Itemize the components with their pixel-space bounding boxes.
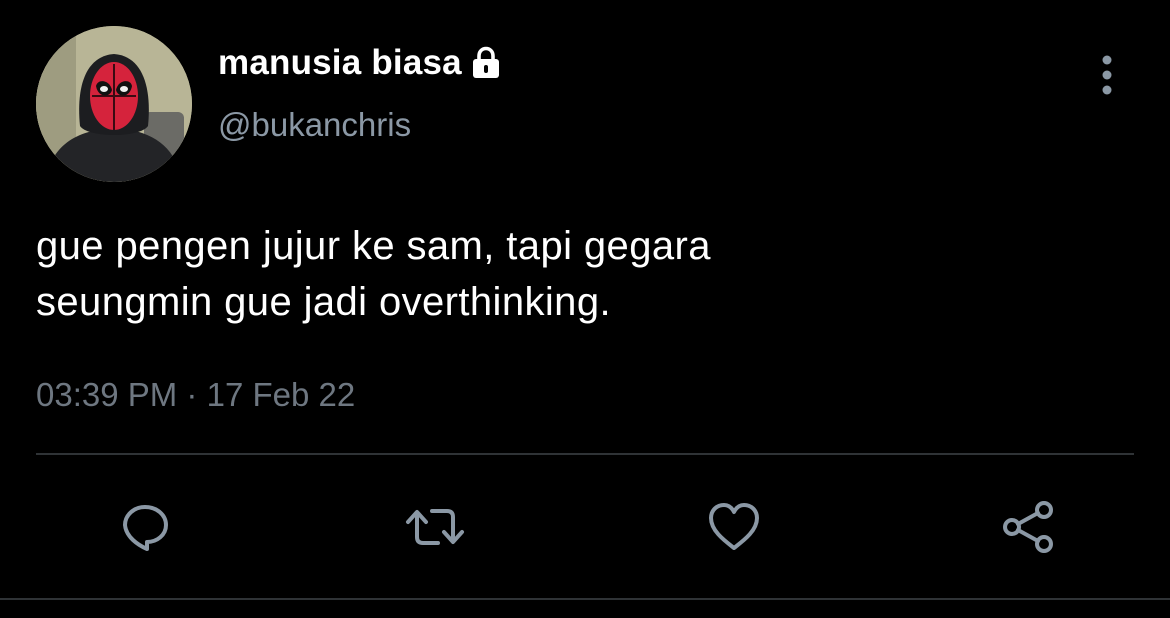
meta-separator: · (186, 376, 198, 413)
more-vertical-icon (1102, 55, 1112, 95)
like-button[interactable] (703, 496, 765, 558)
retweet-button[interactable] (404, 496, 466, 558)
bottom-divider (0, 598, 1170, 600)
reply-button[interactable] (114, 496, 176, 558)
display-name[interactable]: manusia biasa (218, 43, 462, 83)
tweet-text: gue pengen jujur ke sam, tapi gegara seu… (36, 224, 711, 324)
user-handle[interactable]: @bukanchris (218, 106, 411, 144)
more-options-button[interactable] (1086, 50, 1128, 100)
tweet-time: 03:39 PM (36, 376, 178, 413)
retweet-icon (406, 509, 464, 545)
heart-icon (709, 503, 759, 550)
divider (36, 453, 1134, 455)
lock-icon (468, 45, 504, 81)
tweet-date: 17 Feb 22 (206, 376, 356, 413)
share-button[interactable] (998, 496, 1060, 558)
avatar[interactable] (36, 26, 192, 182)
reply-icon (123, 505, 168, 551)
display-name-row: manusia biasa (218, 40, 504, 86)
share-icon (1003, 501, 1053, 553)
avatar-image (36, 26, 192, 182)
tweet-timestamp[interactable]: 03:39 PM · 17 Feb 22 (36, 376, 355, 414)
tweet-card: manusia biasa @bukanchris gue pengen juj… (0, 0, 1170, 618)
